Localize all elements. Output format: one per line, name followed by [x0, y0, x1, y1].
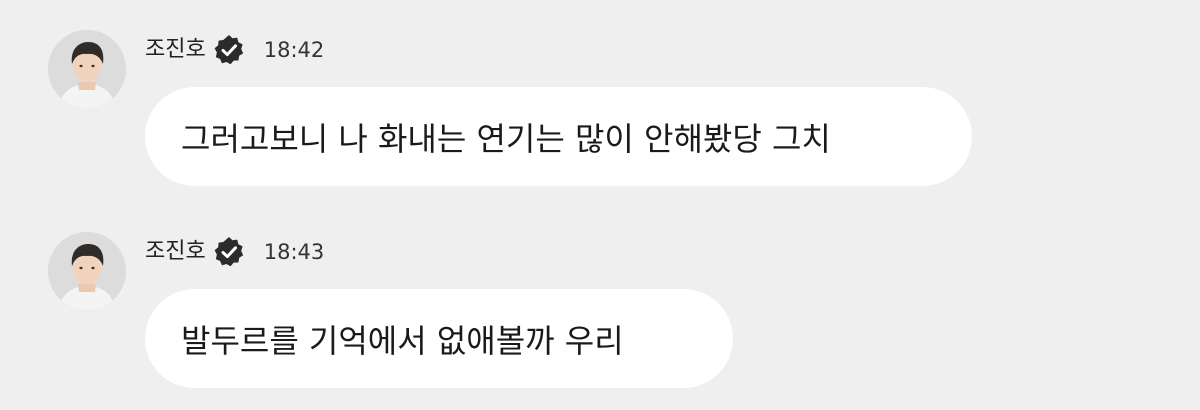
- timestamp: 18:43: [263, 240, 325, 264]
- message-bubble[interactable]: 발두르를 기억에서 없애볼까 우리: [145, 289, 733, 388]
- message-bubble[interactable]: 그러고보니 나 화내는 연기는 많이 안해봤당 그치: [145, 87, 972, 186]
- message-header: 조진호 18:43: [145, 234, 324, 270]
- profile-photo-icon: [48, 30, 126, 108]
- sender-name: 조진호: [145, 37, 206, 62]
- message-text: 그러고보니 나 화내는 연기는 많이 안해봤당 그치: [181, 119, 831, 158]
- message-text: 발두르를 기억에서 없애볼까 우리: [181, 321, 624, 360]
- timestamp: 18:42: [263, 38, 325, 62]
- sender-name: 조진호: [145, 239, 206, 264]
- message-header: 조진호 18:42: [145, 32, 324, 68]
- avatar[interactable]: [48, 30, 126, 108]
- avatar[interactable]: [48, 232, 126, 310]
- verified-badge-icon: [212, 33, 246, 67]
- verified-badge-icon: [212, 235, 246, 269]
- profile-photo-icon: [48, 232, 126, 310]
